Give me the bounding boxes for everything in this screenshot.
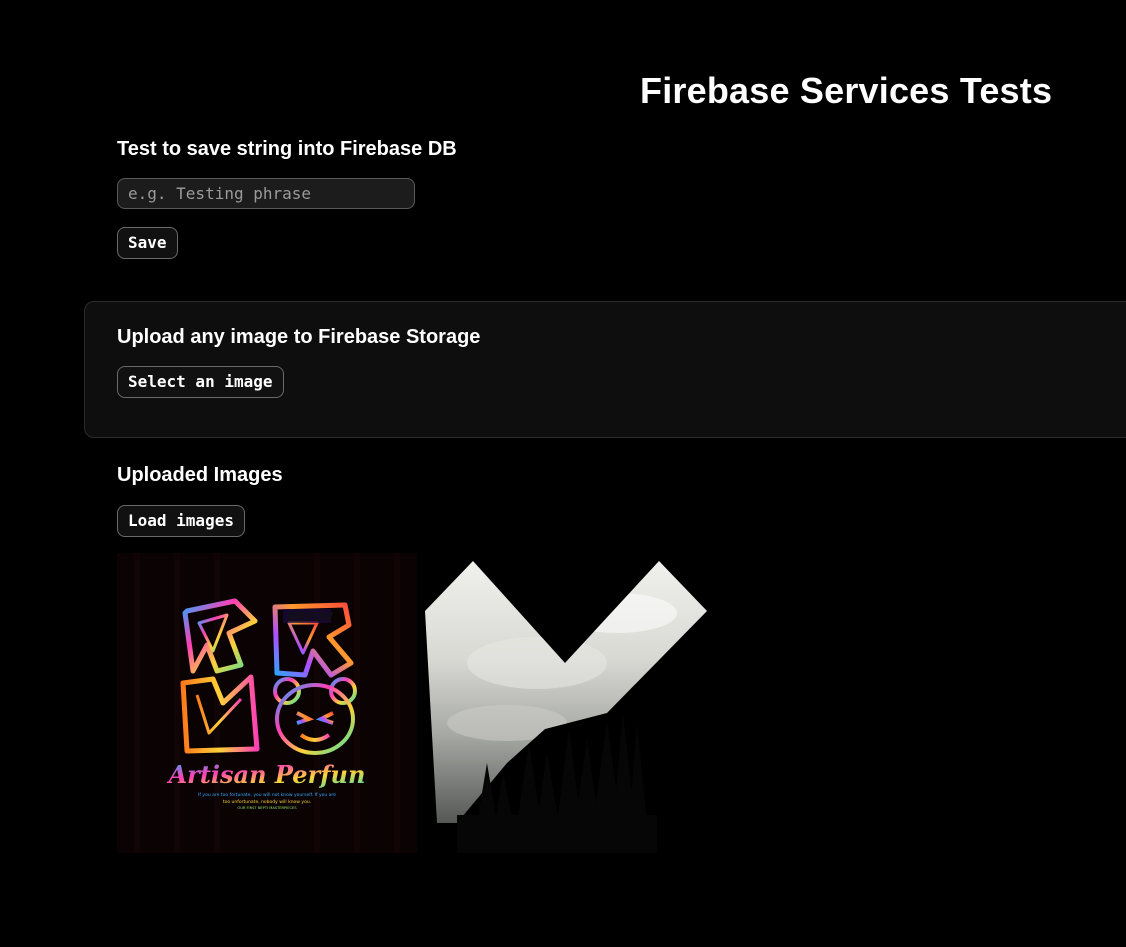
uploaded-image-1: XRFDV Artisan Perfun If you are too fort… bbox=[117, 553, 417, 853]
db-string-input[interactable] bbox=[117, 178, 415, 209]
storage-section-title: Upload any image to Firebase Storage bbox=[117, 326, 481, 348]
db-section-title: Test to save string into Firebase DB bbox=[117, 138, 457, 160]
poster-brand-text: Artisan Perfun bbox=[167, 760, 366, 789]
uploaded-image-2 bbox=[417, 553, 717, 853]
load-images-button[interactable]: Load images bbox=[117, 505, 245, 537]
select-image-button[interactable]: Select an image bbox=[117, 366, 284, 398]
poster-tagline-3: OUR FIRST NEPTI MASTERPIECES bbox=[237, 806, 297, 810]
poster-tagline-2: too unfortunate, nobody will know you. bbox=[223, 799, 311, 805]
poster-tagline-1: If you are too fortunate, you will not k… bbox=[198, 792, 336, 798]
save-button[interactable]: Save bbox=[117, 227, 178, 259]
gallery-section-title: Uploaded Images bbox=[117, 464, 283, 486]
poster-badge-text: XRFDV bbox=[286, 610, 335, 624]
page-title: Firebase Services Tests bbox=[640, 70, 1053, 111]
